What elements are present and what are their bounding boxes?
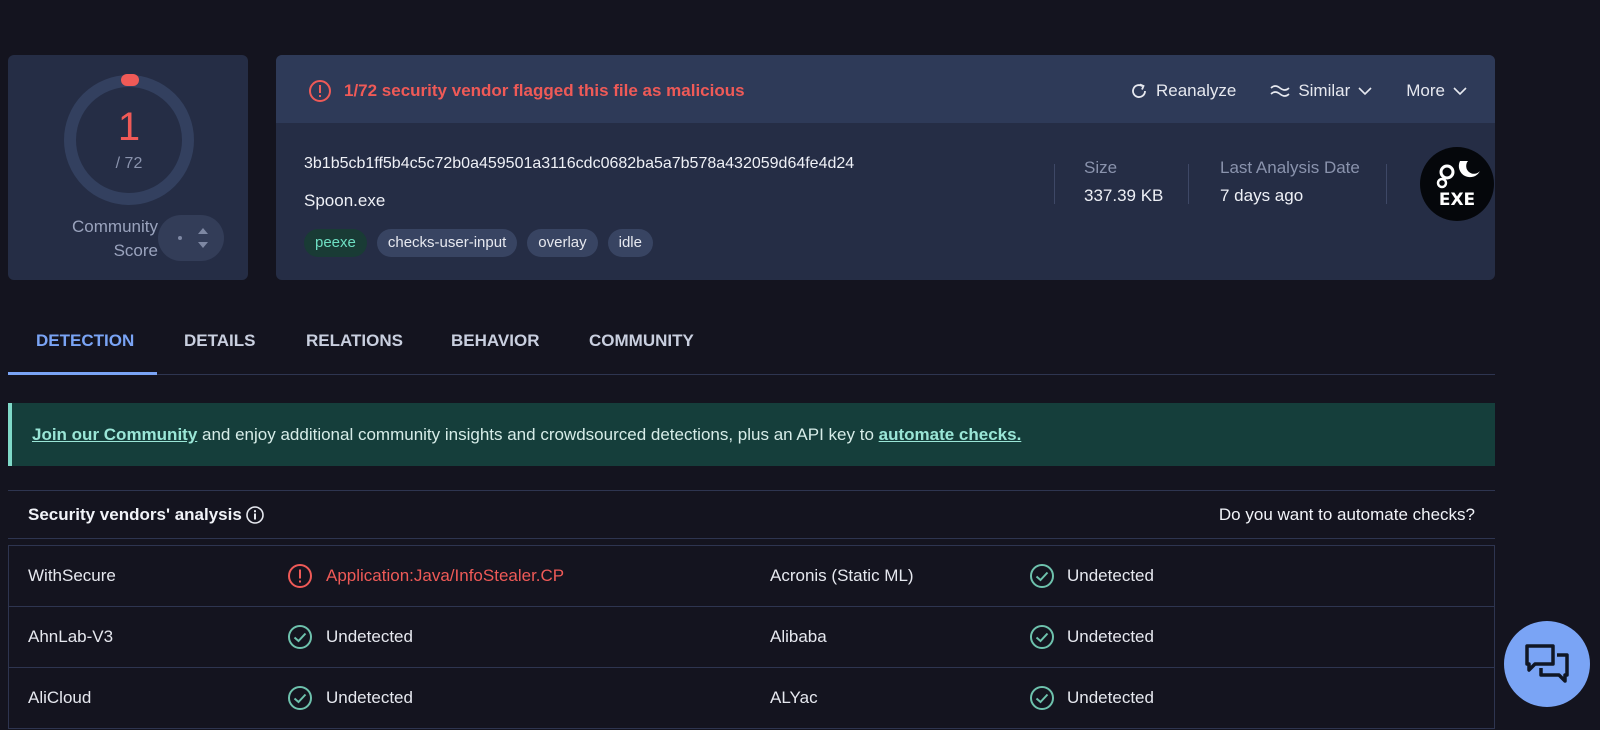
vendor-name: AliCloud: [28, 688, 92, 707]
vendors-header: Security vendors' analysis Do you want t…: [8, 490, 1495, 539]
meta-divider: [1386, 164, 1387, 204]
community-vote[interactable]: [158, 215, 224, 261]
vendor-result: Undetected: [1067, 566, 1154, 585]
community-score-label: Community Score: [44, 215, 158, 263]
detection-count: 1: [117, 105, 141, 149]
size-value: 337.39 KB: [1084, 186, 1164, 205]
alert-circle-icon: [288, 564, 312, 588]
vote-dot: [178, 236, 182, 240]
vendor-result: Application:Java/InfoStealer.CP: [326, 566, 565, 585]
tag-overlay[interactable]: overlay: [527, 229, 598, 257]
tag-checks-user-input[interactable]: checks-user-input: [376, 229, 518, 257]
check-circle-icon: [1030, 564, 1054, 588]
join-community-link[interactable]: Join our Community: [32, 425, 197, 444]
vendor-name: WithSecure: [28, 566, 116, 585]
more-dropdown[interactable]: More: [1406, 77, 1467, 105]
similar-label: Similar: [1298, 81, 1351, 100]
last-analysis: Last Analysis Date 7 days ago: [1220, 156, 1360, 208]
vendor-result: Undetected: [326, 688, 413, 707]
check-circle-icon: [288, 625, 312, 649]
vendor-result: Undetected: [1067, 688, 1154, 707]
score-card: 1 / 72 Community Score: [8, 55, 248, 280]
alert-bar: 1/72 security vendor flagged this file a…: [276, 55, 1495, 123]
chevron-down-icon: [1358, 87, 1372, 96]
tag-peexe[interactable]: peexe: [304, 229, 367, 257]
banner-text: and enjoy additional community insights …: [197, 425, 879, 444]
last-analysis-value: 7 days ago: [1220, 186, 1304, 205]
meta-divider: [1188, 164, 1189, 204]
file-tags: peexe checks-user-input overlay idle: [304, 229, 653, 257]
active-tab-indicator: [8, 372, 157, 375]
meta-divider: [1054, 164, 1055, 204]
exe-file-type-icon: EXE: [1420, 147, 1494, 221]
check-circle-icon: [288, 686, 312, 710]
chevron-down-icon: [1453, 87, 1467, 96]
automate-checks-question[interactable]: Do you want to automate checks?: [1219, 503, 1475, 527]
tab-community[interactable]: COMMUNITY: [589, 323, 694, 375]
check-circle-icon: [1030, 686, 1054, 710]
more-label: More: [1406, 81, 1445, 100]
tab-detection[interactable]: DETECTION: [36, 323, 134, 375]
vendor-name: Acronis (Static ML): [770, 566, 914, 585]
refresh-icon: [1132, 83, 1146, 98]
tab-behavior[interactable]: BEHAVIOR: [451, 323, 539, 375]
vote-arrows-icon[interactable]: [196, 223, 210, 253]
detection-total: / 72: [115, 155, 143, 172]
community-banner: Join our Community and enjoy additional …: [8, 403, 1495, 466]
alert-circle-icon: [309, 80, 331, 102]
community-label-line1: Community: [72, 217, 158, 236]
exe-icon-text: EXE: [1439, 190, 1475, 210]
chat-button[interactable]: [1504, 621, 1590, 707]
vendor-table: WithSecure Application:Java/InfoStealer.…: [8, 545, 1495, 729]
vendor-name: ALYac: [770, 688, 818, 707]
info-icon[interactable]: [245, 505, 265, 525]
community-label-line2: Score: [113, 241, 158, 260]
vendors-title: Security vendors' analysis: [28, 505, 242, 524]
tag-idle[interactable]: idle: [607, 229, 653, 257]
vendor-name: Alibaba: [770, 627, 827, 646]
table-row: WithSecure Application:Java/InfoStealer.…: [9, 546, 1494, 607]
alert-text: 1/72 security vendor flagged this file a…: [344, 81, 745, 100]
automate-checks-link[interactable]: automate checks.: [879, 425, 1022, 444]
file-name: Spoon.exe: [304, 191, 386, 210]
check-circle-icon: [1030, 625, 1054, 649]
reanalyze-label: Reanalyze: [1155, 81, 1237, 100]
vendor-result: Undetected: [1067, 627, 1154, 646]
file-size: Size 337.39 KB: [1084, 156, 1163, 208]
file-hash[interactable]: 3b1b5cb1ff5b4c5c72b0a459501a3116cdc0682b…: [304, 152, 854, 176]
similar-dropdown[interactable]: Similar: [1270, 77, 1372, 105]
tab-relations[interactable]: RELATIONS: [306, 323, 403, 375]
similar-icon: [1270, 85, 1290, 97]
main-tabs: DETECTION DETAILS RELATIONS BEHAVIOR COM…: [8, 323, 1495, 375]
chat-icon: [1525, 644, 1569, 683]
file-header-card: 1/72 security vendor flagged this file a…: [276, 55, 1495, 280]
table-row: AhnLab-V3 Undetected Alibaba Undetected: [9, 607, 1494, 668]
tab-details[interactable]: DETAILS: [184, 323, 255, 375]
vendor-name: AhnLab-V3: [28, 627, 114, 646]
reanalyze-button[interactable]: Reanalyze: [1130, 77, 1236, 105]
table-row: AliCloud Undetected ALYac Undetected: [9, 668, 1494, 729]
size-label: Size: [1084, 158, 1118, 177]
header-actions: Reanalyze Similar More: [1130, 77, 1467, 105]
vendor-result: Undetected: [326, 627, 413, 646]
last-analysis-label: Last Analysis Date: [1220, 158, 1360, 177]
